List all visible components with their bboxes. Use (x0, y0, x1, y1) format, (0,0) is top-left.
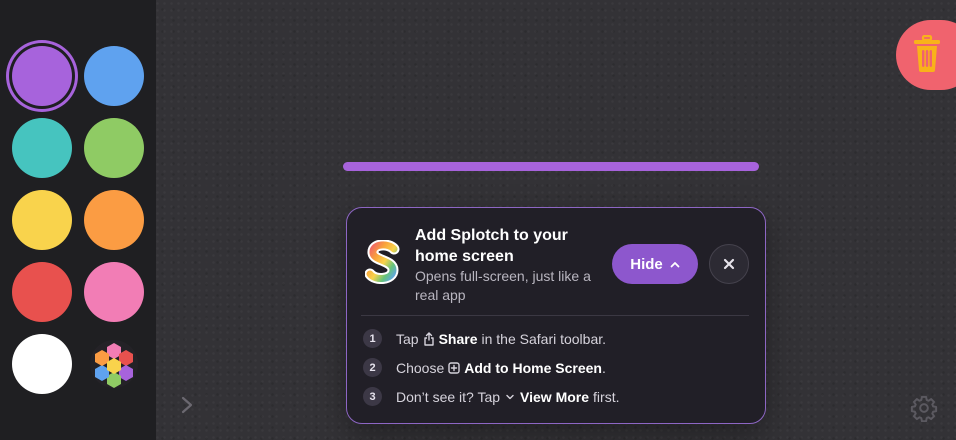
add-square-icon (448, 361, 460, 374)
color-swatch-white[interactable] (12, 334, 72, 394)
close-icon (723, 258, 735, 270)
color-swatch-teal[interactable] (12, 118, 72, 178)
divider (361, 315, 749, 316)
hide-button-label: Hide (630, 255, 663, 273)
instruction-step-1: 1 Tap Share in the Safari toolbar. (363, 329, 606, 348)
add-to-home-screen-card: Add Splotch to your home screen Opens fu… (346, 207, 766, 424)
color-swatch-green[interactable] (84, 118, 144, 178)
chevron-right-icon[interactable] (176, 393, 198, 417)
step-emphasis: View More (520, 388, 590, 405)
step-number: 3 (363, 387, 382, 406)
gear-icon[interactable] (910, 394, 938, 422)
color-swatch-purple[interactable] (12, 46, 72, 106)
step-number: 1 (363, 329, 382, 348)
step-text-end: in the Safari toolbar. (481, 330, 607, 347)
splotch-logo (365, 240, 400, 284)
share-icon (423, 331, 434, 346)
chevron-up-icon (670, 261, 680, 267)
color-swatch-orange[interactable] (84, 190, 144, 250)
drawn-stroke (343, 162, 759, 171)
color-swatch-yellow[interactable] (12, 190, 72, 250)
color-swatch-blue[interactable] (84, 46, 144, 106)
card-title: Add Splotch to your home screen (415, 227, 568, 265)
color-swatch-red[interactable] (12, 262, 72, 322)
step-emphasis: Add to Home Screen (464, 359, 602, 376)
step-text: Tap (396, 330, 419, 347)
close-button[interactable] (709, 244, 749, 284)
color-wheel-icon (90, 340, 138, 388)
color-palette (0, 0, 156, 440)
step-text: Choose (396, 359, 445, 376)
trash-icon (914, 35, 940, 72)
hide-button[interactable]: Hide (612, 244, 698, 284)
step-text-end: first. (593, 388, 620, 405)
card-subtitle: Opens full-screen, just like a real app (415, 268, 591, 303)
step-text: Don’t see it? Tap (396, 388, 501, 405)
color-swatch-pink[interactable] (84, 262, 144, 322)
clear-canvas-button[interactable] (896, 20, 956, 90)
instruction-step-3: 3 Don’t see it? Tap View More first. (363, 387, 619, 406)
chevron-down-icon (506, 394, 514, 399)
instruction-step-2: 2 Choose Add to Home Screen . (363, 358, 606, 377)
step-number: 2 (363, 358, 382, 377)
step-text-end: . (601, 359, 606, 376)
step-emphasis: Share (438, 330, 478, 347)
custom-color-button[interactable] (84, 334, 144, 394)
